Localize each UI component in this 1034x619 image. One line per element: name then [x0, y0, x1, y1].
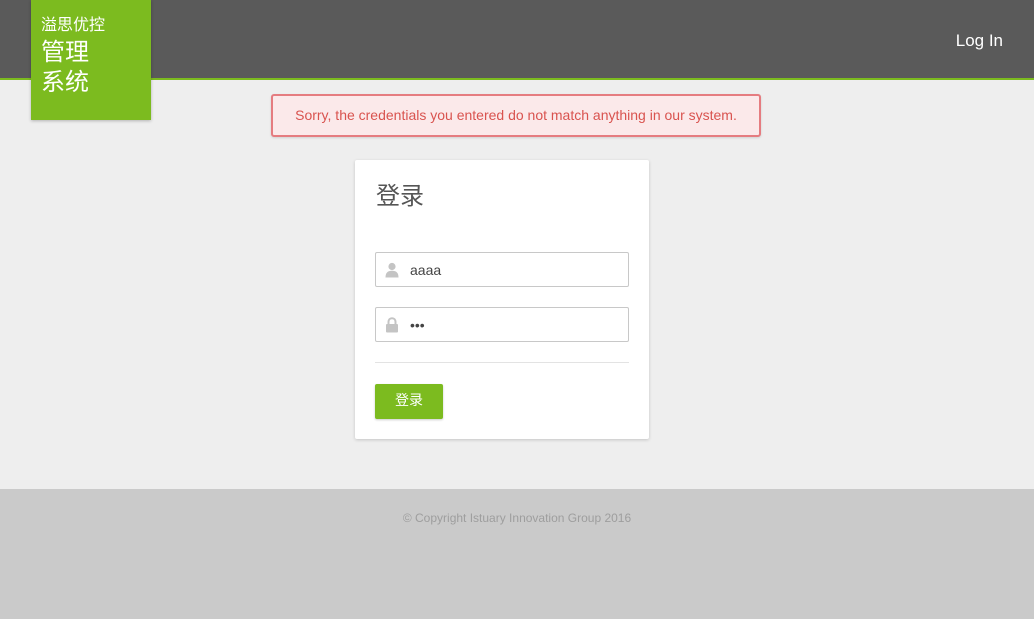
user-icon: [385, 262, 399, 278]
username-field[interactable]: [375, 252, 629, 287]
footer: © Copyright Istuary Innovation Group 201…: [0, 489, 1034, 619]
brand-logo[interactable]: 溢思优控 管理 系统: [31, 0, 151, 120]
copyright-text: © Copyright Istuary Innovation Group 201…: [402, 511, 632, 525]
login-title: 登录: [376, 182, 424, 210]
password-field[interactable]: [375, 307, 629, 342]
brand-company-name: 溢思优控: [41, 17, 106, 34]
form-divider: [375, 362, 629, 363]
username-input[interactable]: [410, 253, 622, 286]
brand-title-line1: 管理: [41, 39, 89, 66]
login-card: 登录 登录: [355, 160, 649, 439]
password-input[interactable]: [410, 308, 622, 341]
brand-title-line2: 系统: [41, 69, 89, 96]
error-alert: Sorry, the credentials you entered do no…: [271, 94, 761, 137]
login-link[interactable]: Log In: [956, 31, 1003, 51]
lock-icon: [385, 317, 399, 333]
top-navbar: Log In: [0, 0, 1034, 80]
login-submit-button[interactable]: 登录: [375, 384, 443, 419]
